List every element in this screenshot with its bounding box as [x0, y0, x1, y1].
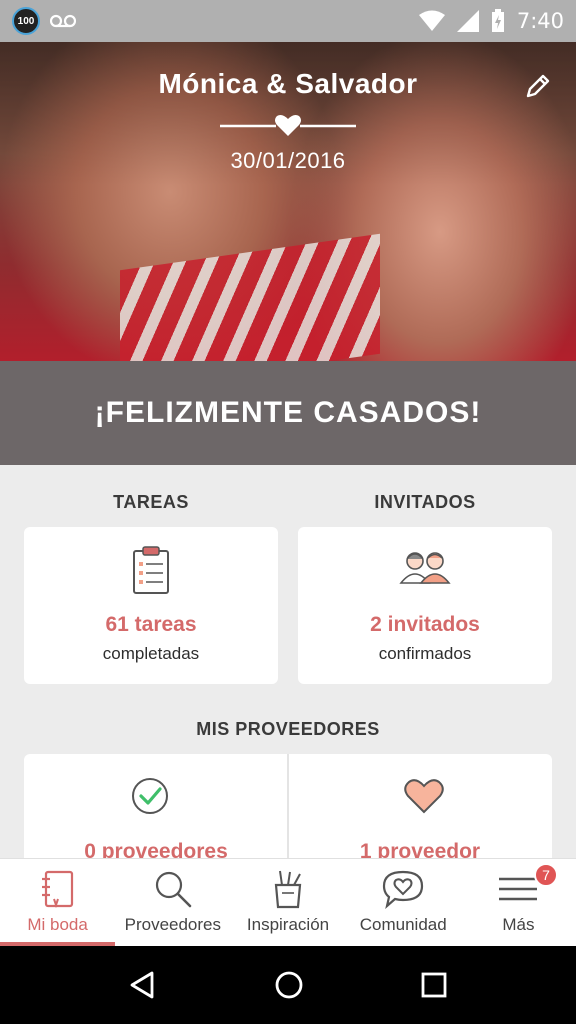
paint-cup-icon [274, 870, 302, 909]
nav-label-inspiracion: Inspiración [246, 915, 330, 934]
chat-heart-icon [383, 870, 424, 909]
vendors-title: MIS PROVEEDORES [196, 719, 380, 739]
nav-proveedores[interactable]: Proveedores [115, 859, 230, 946]
wedding-date: 30/01/2016 [230, 148, 346, 173]
nav-mas[interactable]: 7 Más [461, 859, 576, 946]
nav-label-mi-boda: Mi boda [27, 915, 88, 934]
couple-photo-header: Mónica & Salvador 30/01/2016 [0, 42, 576, 361]
nav-mi-boda[interactable]: Mi boda [0, 859, 116, 946]
app-notification-badge: 100 [12, 7, 40, 35]
heart-icon [275, 115, 301, 136]
nav-label-comunidad: Comunidad [359, 915, 447, 934]
couple-name: Mónica & Salvador [158, 68, 418, 99]
banner-text: ¡FELIZMENTE CASADOS! [94, 396, 482, 429]
vendors-card[interactable]: 0 proveedores 1 proveedor [24, 754, 552, 874]
clock: 7:40 [516, 9, 564, 33]
recents-button[interactable] [420, 971, 448, 999]
pencil-icon [526, 74, 550, 98]
battery-charging-icon [491, 9, 504, 32]
bottom-navigation: Mi boda Proveedores Inspiración Comunida… [0, 858, 576, 946]
clipboard-checklist-icon [133, 546, 169, 594]
tasks-title: TAREAS [113, 492, 189, 512]
notification-badge: 7 [534, 863, 559, 887]
wifi-icon [418, 10, 445, 31]
tasks-count: 61 tareas [105, 613, 197, 636]
signal-icon [456, 10, 479, 32]
guests-title: INVITADOS [374, 492, 476, 512]
search-icon [155, 871, 192, 908]
guests-card[interactable]: 2 invitados confirmados [298, 527, 552, 684]
guests-sub: confirmados [378, 644, 472, 663]
home-button[interactable] [274, 970, 304, 1000]
tasks-sub: completadas [102, 644, 200, 663]
status-bar: 100 7:40 [0, 0, 576, 42]
guests-count: 2 invitados [370, 613, 480, 636]
edit-button[interactable] [522, 70, 554, 102]
tasks-card[interactable]: 61 tareas completadas [24, 527, 278, 684]
notebook-icon [41, 870, 73, 909]
nav-label-mas: Más [502, 915, 535, 934]
nav-label-proveedores: Proveedores [124, 915, 221, 934]
nav-inspiracion[interactable]: Inspiración [230, 859, 345, 946]
check-circle-icon [132, 778, 168, 814]
couple-icon [399, 552, 451, 584]
back-button[interactable] [128, 970, 158, 1000]
system-navigation-bar [0, 946, 576, 1024]
heart-icon [404, 779, 444, 814]
status-banner: ¡FELIZMENTE CASADOS! [0, 361, 576, 465]
heart-divider [220, 115, 356, 136]
voicemail-icon [50, 14, 76, 28]
nav-comunidad[interactable]: Comunidad [346, 859, 461, 946]
